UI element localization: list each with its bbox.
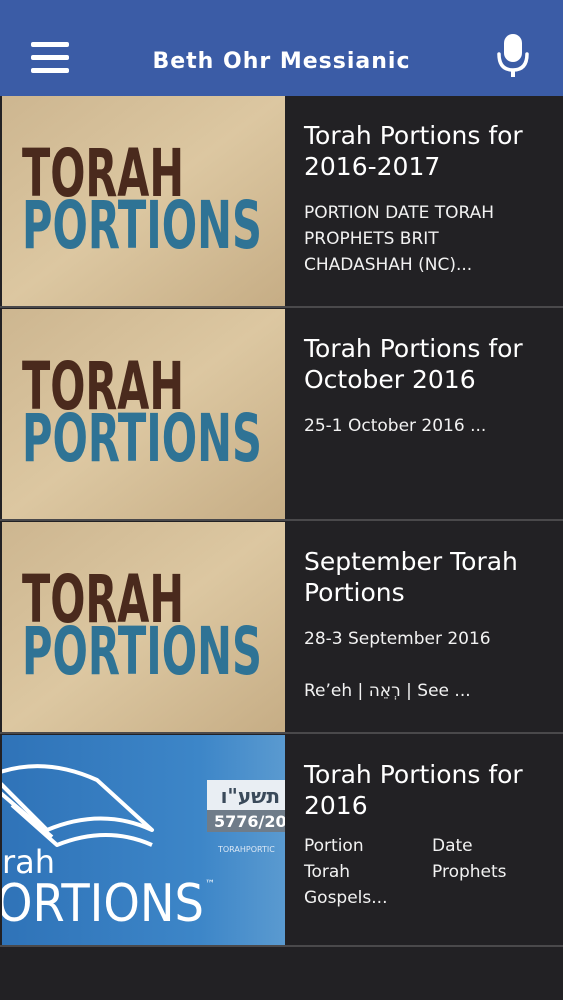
excerpt-cell: Gospels... [304, 888, 388, 908]
excerpt-cell: Prophets [432, 862, 507, 882]
item-excerpt: PORTION DATE TORAH PROPHETS BRIT CHADASH… [304, 203, 495, 275]
list-item[interactable]: תשע"ו 5776/20 TORAHPORTIC rah ORTIONS ™ … [0, 735, 563, 947]
excerpt-cell: Portion [304, 836, 364, 856]
item-excerpt: 28-3 September 2016 [304, 629, 491, 649]
torah-portions-thumbnail: TORAH PORTIONS [2, 96, 285, 306]
torah-portions-blue-thumbnail: תשע"ו 5776/20 TORAHPORTIC rah ORTIONS ™ [2, 735, 285, 945]
thumb-year: 5776/20 [214, 812, 285, 831]
thumb-site: TORAHPORTIC [217, 845, 275, 854]
excerpt-cell: Date [432, 836, 473, 856]
list-item[interactable]: TORAH PORTIONS Torah Portions for 2016-2… [0, 96, 563, 308]
excerpt-cell [432, 885, 542, 911]
app-header: Beth Ohr Messianic [0, 0, 563, 96]
torah-portions-thumbnail: TORAH PORTIONS [2, 309, 285, 519]
list-item[interactable]: TORAH PORTIONS Torah Portions for Octobe… [0, 309, 563, 521]
menu-bar [31, 42, 69, 47]
thumb-line2: PORTIONS [22, 613, 262, 690]
page-title: Beth Ohr Messianic [152, 49, 411, 74]
item-excerpt-table: Portion Date Torah Prophets Gospels... [304, 833, 544, 911]
thumb-line2: PORTIONS [22, 187, 262, 264]
torah-portions-thumbnail: TORAH PORTIONS [2, 522, 285, 732]
thumb-line2: PORTIONS [22, 400, 262, 477]
item-title: Torah Portions for 2016-2017 [304, 121, 523, 181]
item-excerpt: 25-1 October 2016 ... [304, 416, 487, 436]
thumb-bottom-text: ORTIONS [2, 874, 204, 934]
thumb-hebrew: תשע"ו [221, 784, 280, 808]
microphone-icon[interactable] [494, 32, 532, 80]
excerpt-cell: Torah [304, 862, 351, 882]
item-title: Torah Portions for October 2016 [304, 334, 523, 394]
item-title: September Torah Portions [304, 547, 518, 607]
list-item[interactable]: TORAH PORTIONS September Torah Portions … [0, 522, 563, 734]
item-title: Torah Portions for 2016 [304, 760, 523, 820]
item-excerpt-extra: Re’eh | רְאֵה | See ... [304, 681, 471, 701]
thumb-tm: ™ [205, 879, 215, 890]
